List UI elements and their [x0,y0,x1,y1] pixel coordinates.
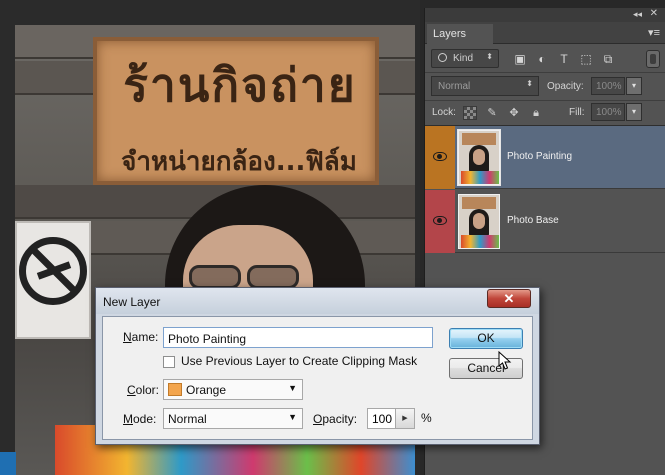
layer-name-input[interactable] [163,327,433,348]
mode-label-key: M [123,412,133,426]
lock-label: Lock: [432,107,456,118]
thumb-shirt [461,171,499,184]
blend-mode-select[interactable]: Normal ⬍ [431,76,539,96]
color-label-key: C [127,383,136,397]
color-select[interactable]: Orange ▼ [163,379,303,400]
kind-filter-select[interactable]: Kind ⬍ [431,49,499,68]
shop-sign: ร้านกิจถ่าย จำหน่ายกล้อง...ฟิล์ม [93,37,379,185]
layer-name[interactable]: Photo Base [507,215,559,226]
updown-caret-icon: ⬍ [526,79,533,88]
fill-dropdown-button[interactable]: ▾ [626,103,642,121]
opacity-label-key: O [313,412,323,426]
opacity-dropdown-button[interactable]: ▾ [626,77,642,95]
adjustment-filter-icon[interactable]: ◐ [535,52,549,66]
lock-position-icon[interactable]: ✥ [507,106,521,120]
opacity-field[interactable]: 100% [591,77,625,95]
orange-swatch [168,383,182,396]
smart-object-filter-icon[interactable]: ⧉ [601,52,615,66]
thumb-shirt [461,235,499,248]
name-label: Name: [123,330,158,344]
ok-button[interactable]: OK [449,328,523,349]
panel-topbar: ◂◂ ✕ [425,8,665,22]
mode-label: Mode: [123,412,156,426]
dialog-close-button[interactable]: ✕ [487,289,531,308]
opacity-input[interactable]: 100 [367,408,396,429]
left-lens [189,265,241,289]
dialog-title: New Layer [103,295,161,309]
eye-icon[interactable] [433,216,447,225]
photoshop-window: ร้านกิจถ่าย จำหน่ายกล้อง...ฟิล์ม ◂◂ ✕ La… [0,0,665,475]
opacity-percent: % [421,411,432,425]
opacity-label: Opacity: [547,81,584,92]
name-label-rest: ame: [131,330,159,344]
dropdown-caret-icon: ▼ [288,383,297,393]
image-filter-icon[interactable]: ▣ [513,52,527,66]
blend-row: Normal ⬍ Opacity: 100% ▾ [425,72,665,100]
right-lens [247,265,299,289]
dialog-body: Name: Use Previous Layer to Create Clipp… [102,316,533,440]
fill-field[interactable]: 100% [591,103,625,121]
opacity-label: Opacity: [313,412,357,426]
mode-select[interactable]: Normal ▼ [163,408,303,429]
mouse-cursor-icon [498,351,512,370]
shop-sign-subtitle: จำหน่ายกล้อง...ฟิล์ม [121,147,357,177]
dropdown-caret-icon: ▼ [288,412,297,422]
updown-caret-icon: ⬍ [486,52,493,61]
layer-thumbnail [458,194,500,249]
shop-sign-title: ร้านกิจถ่าย [123,58,357,112]
name-label-key: N [123,330,132,344]
color-label: Color: [127,383,159,397]
lock-transparency-icon[interactable] [463,106,477,120]
layer-row-photo-base[interactable]: Photo Base [425,190,665,253]
thumb-sign [462,197,496,209]
filter-toggle-switch[interactable] [646,50,660,68]
dialog-titlebar[interactable]: New Layer ✕ [96,288,539,314]
shape-filter-icon[interactable]: ⬚ [579,52,593,66]
panel-tabs: Layers ▾≡ [425,22,665,44]
tab-layers[interactable]: Layers [427,24,493,44]
thumb-sign [462,133,496,145]
panel-menu-icon[interactable]: ▾≡ [648,26,660,39]
clipping-mask-checkbox[interactable] [163,356,175,368]
visibility-cell[interactable] [425,126,455,189]
new-layer-dialog: New Layer ✕ Name: Use Previous Layer to … [95,287,540,445]
layers-list: Photo Painting Photo Base [425,125,665,255]
color-value: Orange [186,383,227,397]
mode-value: Normal [168,412,207,426]
layer-row-photo-painting[interactable]: Photo Painting [425,126,665,189]
lock-brush-icon[interactable]: ✎ [485,106,499,120]
color-label-rest: olor: [135,383,160,397]
fill-label: Fill: [569,107,585,118]
blue-edge-element [0,452,16,475]
layer-thumbnail [457,129,501,186]
opacity-slider-button[interactable]: ▶ [395,408,415,429]
lock-row: Lock: ✎ ✥ 🔒︎ Fill: 100% ▾ [425,100,665,124]
opacity-label-rest: pacity: [322,412,358,426]
lock-all-icon[interactable]: 🔒︎ [529,106,543,120]
type-filter-icon[interactable]: T [557,52,571,66]
clipping-mask-label[interactable]: Use Previous Layer to Create Clipping Ma… [181,354,417,368]
kind-label: Kind [453,53,474,64]
thumb-face [473,213,485,229]
search-icon [438,53,447,62]
eye-icon[interactable] [433,152,447,161]
layer-name[interactable]: Photo Painting [507,151,572,162]
close-panel-icon[interactable]: ✕ [650,8,658,19]
mode-label-rest: ode: [133,412,157,426]
visibility-cell[interactable] [425,190,455,253]
thumb-face [473,149,485,165]
blend-mode-value: Normal [438,81,471,92]
collapse-panel-icon[interactable]: ◂◂ [633,9,642,20]
filter-row: Kind ⬍ ▣ ◐ T ⬚ ⧉ [425,46,665,72]
no-smoking-sign [15,221,91,339]
